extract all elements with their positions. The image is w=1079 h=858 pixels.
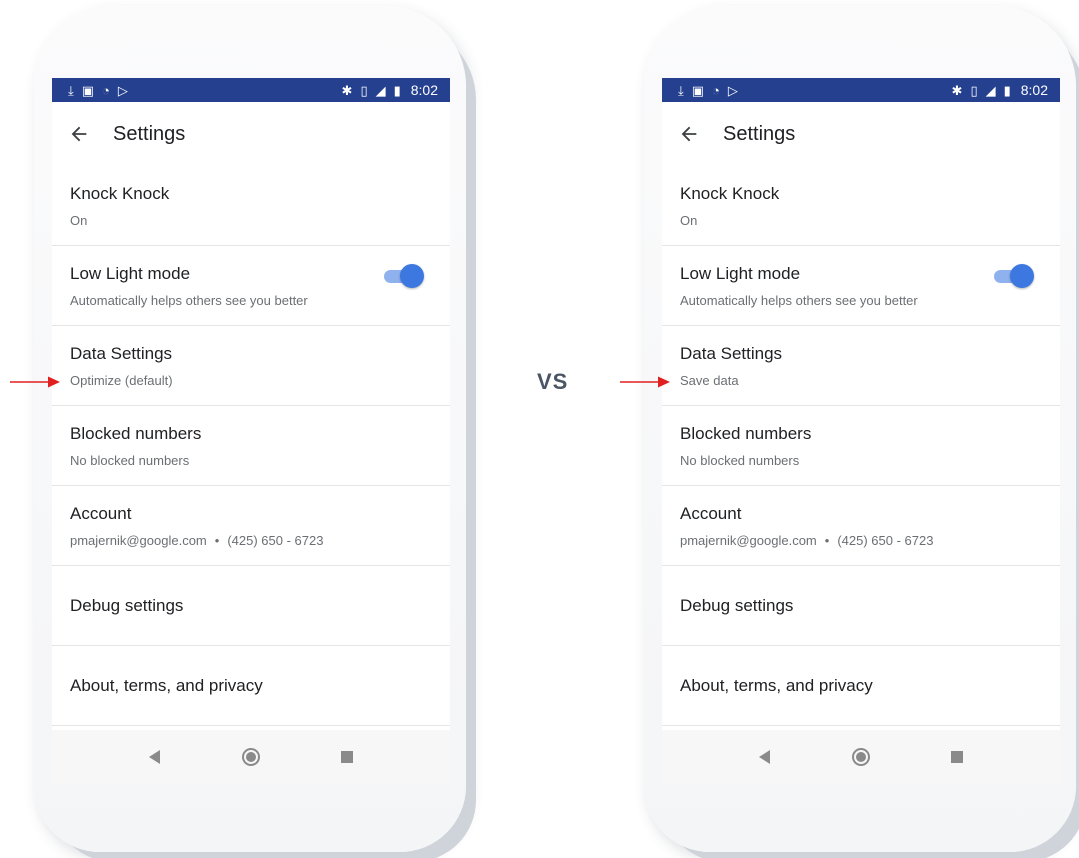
account-phone: (425) 650 - 6723 [837, 532, 934, 548]
image-icon: ▣ [81, 82, 95, 98]
setting-subtitle: Optimize (default) [70, 372, 173, 388]
app-bar: Settings [662, 102, 1060, 166]
battery-icon: ▮ [1003, 82, 1011, 98]
wifi-icon: ◔ [712, 82, 720, 98]
vibrate-icon: ▯ [970, 82, 978, 98]
phone-mockup-left: ⤓ ▣ ◔ ▷ ✱ ▯ ◢ ▮ 8:02 Settings Knock Knoc… [34, 6, 466, 852]
cast-icon: ▷ [117, 82, 128, 98]
status-bar: ⤓ ▣ ◔ ▷ ✱ ▯ ◢ ▮ 8:02 [662, 78, 1060, 102]
toggle-thumb [400, 264, 424, 288]
back-arrow-icon[interactable] [678, 122, 702, 146]
low-light-toggle[interactable] [382, 264, 424, 288]
phone-mockup-right: ⤓ ▣ ◔ ▷ ✱ ▯ ◢ ▮ 8:02 Settings Knock Knoc… [644, 6, 1076, 852]
setting-low-light-mode[interactable]: Low Light mode Automatically helps other… [52, 246, 450, 326]
comparison-label: VS [537, 369, 569, 394]
setting-title: Knock Knock [680, 183, 780, 203]
setting-title: Knock Knock [70, 183, 170, 203]
setting-blocked-numbers[interactable]: Blocked numbers No blocked numbers [662, 406, 1060, 486]
setting-debug[interactable]: Debug settings [662, 566, 1060, 646]
lte-signal-icon: ◢ [985, 82, 996, 98]
back-arrow-icon[interactable] [68, 122, 92, 146]
status-time: 8:02 [410, 82, 438, 98]
cast-icon: ▷ [727, 82, 738, 98]
setting-data-settings[interactable]: Data Settings Optimize (default) [52, 326, 450, 406]
separator-dot: • [214, 532, 220, 548]
nav-back-button[interactable] [717, 750, 813, 764]
setting-title: Account [70, 503, 132, 523]
toggle-thumb [1010, 264, 1034, 288]
account-email: pmajernik@google.com [70, 532, 207, 548]
nav-home-icon [852, 748, 870, 766]
image-icon: ▣ [691, 82, 705, 98]
setting-debug[interactable]: Debug settings [52, 566, 450, 646]
setting-title: Debug settings [70, 595, 184, 615]
setting-account[interactable]: Account pmajernik@google.com • (425) 650 -… [662, 486, 1060, 566]
download-icon: ⤓ [68, 82, 74, 98]
low-light-toggle[interactable] [992, 264, 1034, 288]
battery-icon: ▮ [393, 82, 401, 98]
wifi-icon: ◔ [102, 82, 110, 98]
download-icon: ⤓ [678, 82, 684, 98]
setting-about[interactable]: About, terms, and privacy [52, 646, 450, 726]
page-title: Settings [113, 122, 186, 145]
separator-dot: • [824, 532, 830, 548]
nav-back-button[interactable] [107, 750, 203, 764]
status-bar: ⤓ ▣ ◔ ▷ ✱ ▯ ◢ ▮ 8:02 [52, 78, 450, 102]
setting-subtitle: No blocked numbers [70, 452, 190, 468]
account-email: pmajernik@google.com [680, 532, 817, 548]
setting-subtitle: No blocked numbers [680, 452, 800, 468]
setting-knock-knock[interactable]: Knock Knock On [662, 166, 1060, 246]
red-arrow-icon [10, 376, 60, 388]
setting-data-settings[interactable]: Data Settings Save data [662, 326, 1060, 406]
phone-screen: ⤓ ▣ ◔ ▷ ✱ ▯ ◢ ▮ 8:02 Settings Knock Knoc… [52, 78, 450, 784]
nav-recents-icon [341, 751, 353, 763]
red-arrow-icon [620, 376, 670, 388]
nav-home-icon [242, 748, 260, 766]
setting-subtitle: Save data [680, 372, 739, 388]
setting-subtitle: On [680, 212, 698, 228]
setting-subtitle: Automatically helps others see you bette… [680, 292, 918, 308]
phone-screen: ⤓ ▣ ◔ ▷ ✱ ▯ ◢ ▮ 8:02 Settings Knock Knoc… [662, 78, 1060, 784]
nav-home-button[interactable] [203, 748, 299, 766]
nav-bar [52, 730, 450, 784]
status-time: 8:02 [1020, 82, 1048, 98]
setting-account[interactable]: Account pmajernik@google.com • (425) 650 -… [52, 486, 450, 566]
setting-knock-knock[interactable]: Knock Knock On [52, 166, 450, 246]
nav-back-icon [149, 750, 160, 764]
setting-title: Blocked numbers [680, 423, 812, 443]
bluetooth-icon: ✱ [341, 82, 353, 98]
setting-title: Data Settings [70, 343, 173, 363]
page-title: Settings [723, 122, 796, 145]
account-phone: (425) 650 - 6723 [227, 532, 324, 548]
setting-low-light-mode[interactable]: Low Light mode Automatically helps other… [662, 246, 1060, 326]
nav-bar [662, 730, 1060, 784]
nav-recents-button[interactable] [299, 751, 395, 763]
lte-signal-icon: ◢ [375, 82, 386, 98]
nav-recents-button[interactable] [909, 751, 1005, 763]
setting-subtitle: pmajernik@google.com • (425) 650 - 6723 [680, 533, 1060, 549]
setting-about[interactable]: About, terms, and privacy [662, 646, 1060, 726]
setting-blocked-numbers[interactable]: Blocked numbers No blocked numbers [52, 406, 450, 486]
setting-title: About, terms, and privacy [70, 675, 263, 695]
setting-title: Debug settings [680, 595, 794, 615]
vibrate-icon: ▯ [360, 82, 368, 98]
setting-title: Data Settings [680, 343, 783, 363]
nav-home-button[interactable] [813, 748, 909, 766]
nav-back-icon [759, 750, 770, 764]
nav-recents-icon [951, 751, 963, 763]
setting-title: About, terms, and privacy [680, 675, 873, 695]
app-bar: Settings [52, 102, 450, 166]
setting-subtitle: pmajernik@google.com • (425) 650 - 6723 [70, 533, 450, 549]
setting-title: Blocked numbers [70, 423, 202, 443]
setting-title: Account [680, 503, 742, 523]
setting-subtitle: Automatically helps others see you bette… [70, 292, 308, 308]
bluetooth-icon: ✱ [951, 82, 963, 98]
setting-subtitle: On [70, 212, 88, 228]
